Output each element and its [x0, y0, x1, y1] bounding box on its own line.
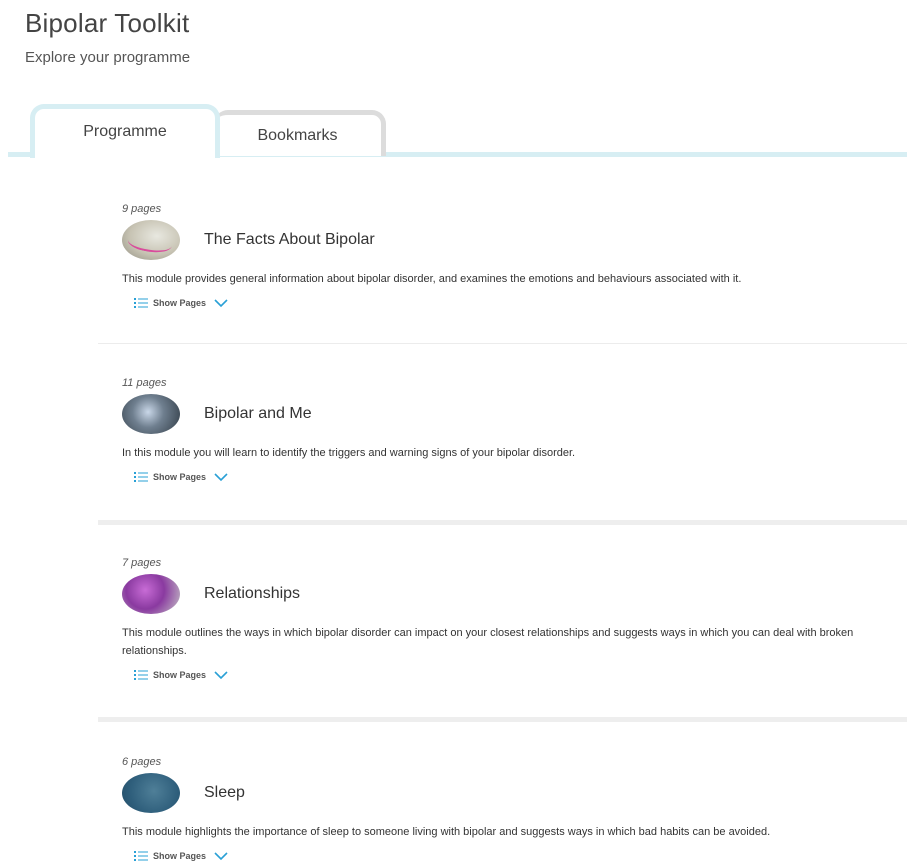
- list-icon: [134, 298, 148, 308]
- show-pages-toggle[interactable]: Show Pages: [134, 849, 907, 863]
- list-icon: [134, 670, 148, 680]
- show-pages-label: Show Pages: [153, 472, 207, 482]
- module-page-count: 9 pages: [122, 203, 162, 215]
- module-description: This module highlights the importance of…: [122, 826, 771, 838]
- module-page-count: 7 pages: [122, 557, 162, 569]
- module-description: This module provides general information…: [122, 273, 742, 285]
- chevron-down-icon: [214, 671, 228, 680]
- page-title: Bipolar Toolkit: [25, 8, 190, 38]
- module-thumbnail: [122, 220, 180, 260]
- module-title[interactable]: Relationships: [204, 585, 300, 603]
- module-divider: [98, 717, 907, 722]
- show-pages-toggle[interactable]: Show Pages: [134, 296, 907, 310]
- chevron-down-icon: [214, 852, 228, 861]
- page-subtitle: Explore your programme: [25, 49, 191, 66]
- tab-programme[interactable]: Programme: [30, 104, 220, 158]
- module-card: 11 pages Bipolar and Me In this module y…: [98, 376, 907, 484]
- module-title[interactable]: The Facts About Bipolar: [204, 231, 375, 249]
- chevron-down-icon: [214, 473, 228, 482]
- tab-bookmarks[interactable]: Bookmarks: [214, 110, 386, 156]
- module-description: In this module you will learn to identif…: [122, 447, 576, 459]
- chevron-down-icon: [214, 299, 228, 308]
- list-icon: [134, 851, 148, 861]
- show-pages-label: Show Pages: [153, 298, 207, 308]
- module-divider: [98, 520, 907, 525]
- module-divider: [98, 343, 907, 344]
- module-page-count: 6 pages: [122, 756, 162, 768]
- module-page-count: 11 pages: [122, 377, 167, 389]
- module-thumbnail: [122, 394, 180, 434]
- show-pages-label: Show Pages: [153, 670, 207, 680]
- module-title[interactable]: Sleep: [204, 784, 245, 802]
- module-description: This module outlines the ways in which b…: [122, 627, 854, 657]
- module-card: 7 pages Relationships This module outlin…: [98, 556, 907, 682]
- tab-bar: Programme Bookmarks: [0, 100, 907, 160]
- module-thumbnail: [122, 773, 180, 813]
- module-card: 9 pages The Facts About Bipolar This mod…: [98, 202, 907, 310]
- show-pages-toggle[interactable]: Show Pages: [134, 668, 907, 682]
- module-card: 6 pages Sleep This module highlights the…: [98, 755, 907, 863]
- show-pages-label: Show Pages: [153, 851, 207, 861]
- module-thumbnail: [122, 574, 180, 614]
- list-icon: [134, 472, 148, 482]
- module-title[interactable]: Bipolar and Me: [204, 405, 312, 423]
- show-pages-toggle[interactable]: Show Pages: [134, 470, 907, 484]
